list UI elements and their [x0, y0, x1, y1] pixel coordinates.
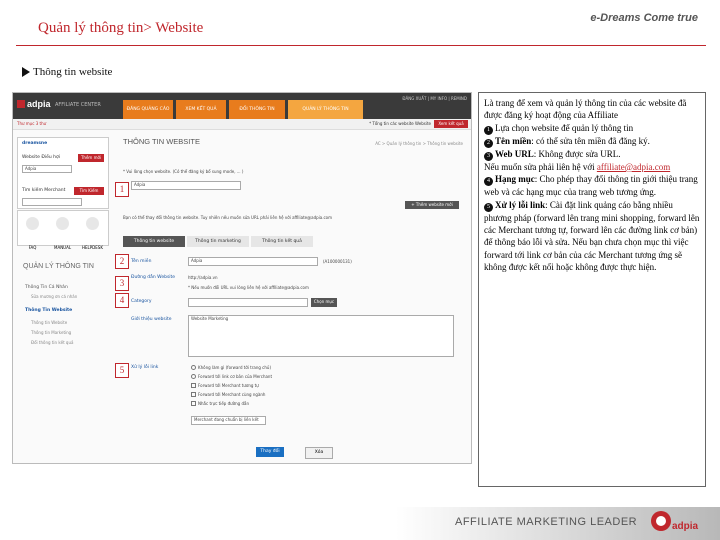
adpia-logo-icon	[651, 511, 671, 531]
footer-tagline: AFFILIATE MARKETING LEADER	[455, 516, 638, 528]
left-nav-website[interactable]: Thông Tin Website	[25, 308, 72, 313]
brand-tagline: e-Dreams Come true	[590, 12, 698, 24]
domain-input[interactable]: Adpia	[188, 257, 318, 266]
add-website-button[interactable]: + Thêm website mới	[405, 201, 459, 209]
nav-tab-manage[interactable]: QUẢN LÝ THÔNG TIN	[288, 100, 363, 119]
domain-label: Tên miền	[131, 259, 152, 264]
nav-center-label: AFFILIATE CENTER	[55, 102, 101, 108]
nav-tab-exchange[interactable]: ĐỐI THÔNG TIN	[229, 100, 285, 119]
merchant-search-input[interactable]	[22, 198, 82, 206]
website-info-screenshot: adpia AFFILIATE CENTER ĐĂNG QUẢNG CÁO XE…	[12, 92, 472, 464]
left-panel-title: QUẢN LÝ THÔNG TIN	[23, 263, 94, 270]
link-option-1[interactable]: Không làm gì (forward tới trang chủ)	[191, 365, 271, 370]
username: dreamsne	[22, 141, 48, 146]
category-input[interactable]	[188, 298, 308, 307]
step-marker-5: 5	[115, 363, 129, 378]
url-label: Đường dẫn Website	[131, 275, 176, 280]
slide-title: Quản lý thông tin> Website	[38, 20, 204, 36]
help-icons: FAQ MANUAL HELPDESK	[17, 210, 109, 250]
left-sub-results-info[interactable]: Đổi thông tin kết quả	[31, 340, 73, 345]
desc-item-4: 4 Hạng mục: Cho phép thay đổi thông tin g…	[484, 174, 698, 198]
url-value: http://adpia.vn	[188, 275, 218, 280]
user-box: dreamsne Website Điều hợi Thêm mới Adpia…	[17, 137, 109, 209]
website-select[interactable]: Adpia	[131, 181, 241, 190]
category-choose-button[interactable]: Chọn mục	[311, 298, 337, 307]
sub-bar: Thư mục 3 thư * Tổng tin các website Web…	[13, 119, 471, 130]
arrow-right-icon	[22, 67, 30, 77]
delete-button[interactable]: Xóa	[305, 447, 333, 459]
section-heading-label: Thông tin website	[33, 66, 113, 78]
title-divider	[16, 45, 706, 46]
step-marker-1: 1	[115, 182, 129, 197]
tab-results-info[interactable]: Thông tin kết quả	[251, 236, 313, 247]
step-marker-3: 3	[115, 276, 129, 291]
intro-textarea[interactable]: Website Marketing	[188, 315, 454, 357]
link-option-5[interactable]: Nhắc trực tiếp đường dẫn	[191, 401, 249, 406]
intro-label: Giới thiệu website	[131, 317, 172, 322]
site-select-label: Website Điều hợi	[22, 155, 61, 160]
desc-item-1: 1 Lựa chọn website để quản lý thông tin	[484, 122, 700, 135]
save-button[interactable]: Thay đổi	[256, 447, 284, 457]
affiliate-email-link[interactable]: affiliate@adpia.com	[597, 162, 670, 172]
desc-item-3: 3 Web URL: Không được sửa URL.	[484, 148, 700, 161]
manual-icon[interactable]: MANUAL	[54, 215, 71, 253]
top-links[interactable]: ĐĂNG XUẤT | MY INFO | REMIND	[402, 96, 467, 101]
desc-item-3-note: Nếu muốn sửa phải liên hệ với affiliate@…	[484, 161, 671, 172]
left-nav-personal-sub[interactable]: Sửa mương ơn cá nhân	[31, 294, 77, 299]
desc-intro: Là trang để xem và quản lý thông tin của…	[484, 98, 687, 121]
merchant-search-button[interactable]: Tìm Kiếm	[74, 187, 104, 195]
category-label: Category	[131, 299, 152, 304]
footer-logo-text: adpia	[672, 521, 699, 532]
desc-item-5: 5 Xử lý lỗi link: Cài đặt link quảng cáo …	[484, 199, 700, 273]
left-nav-personal[interactable]: Thông Tin Cá Nhân	[25, 285, 68, 290]
section-heading: Thông tin website	[22, 66, 112, 78]
link-error-label: Xử lý lỗi link	[131, 365, 159, 370]
link-option-4[interactable]: Forward tới Merchant cùng ngành	[191, 392, 265, 397]
sub-right-text: * Tổng tin các website Website	[369, 121, 431, 126]
breadcrumb[interactable]: AC > Quản lý thông tin > Thông tin websi…	[375, 141, 463, 146]
left-sub-website-info[interactable]: Thông tin Website	[31, 320, 67, 325]
link-option-3[interactable]: Forward tới Merchant tương tự	[191, 383, 259, 388]
desc-item-2: 2 Tên miền: có thể sửa tên miền đã đăng k…	[484, 135, 700, 148]
page-title: THÔNG TIN WEBSITE	[123, 137, 200, 146]
description-panel: Là trang để xem và quản lý thông tin của…	[478, 92, 706, 487]
site-select[interactable]: Adpia	[22, 165, 72, 173]
merchant-select[interactable]: Merchant đang chuẩn bị liên kết	[191, 416, 266, 425]
faq-icon[interactable]: FAQ	[26, 215, 39, 253]
instruction-text: Bạn có thể thay đổi thông tin website. T…	[123, 215, 333, 220]
top-nav-bar: adpia AFFILIATE CENTER ĐĂNG QUẢNG CÁO XE…	[13, 93, 471, 119]
adpia-logo: adpia	[17, 99, 51, 109]
tab-marketing-info[interactable]: Thông tin marketing	[187, 236, 249, 247]
url-note: * Nếu muốn đổi URL vui lòng liên hệ với …	[188, 285, 309, 290]
nav-tab-results[interactable]: XEM KẾT QUẢ	[176, 100, 226, 119]
tab-website-info[interactable]: Thông tin website	[123, 236, 185, 247]
select-notice: * Vui lòng chọn website. (Có thể đăng ký…	[123, 169, 244, 174]
step-marker-4: 4	[115, 293, 129, 308]
sub-left-text: Thư mục 3 thư	[17, 121, 47, 126]
left-sub-marketing-info[interactable]: Thông tin Marketing	[31, 330, 71, 335]
helpdesk-icon[interactable]: HELPDESK	[82, 215, 103, 253]
view-results-button[interactable]: Xem kết quả	[434, 120, 468, 128]
nav-tab-ads[interactable]: ĐĂNG QUẢNG CÁO	[123, 100, 173, 119]
domain-id: (A100000131)	[323, 259, 352, 264]
link-option-2[interactable]: Forward tới link cơ bản của Merchant	[191, 374, 272, 379]
merchant-search-label: Tìm kiếm Merchant	[22, 188, 66, 193]
add-site-button[interactable]: Thêm mới	[78, 154, 104, 162]
step-marker-2: 2	[115, 254, 129, 269]
